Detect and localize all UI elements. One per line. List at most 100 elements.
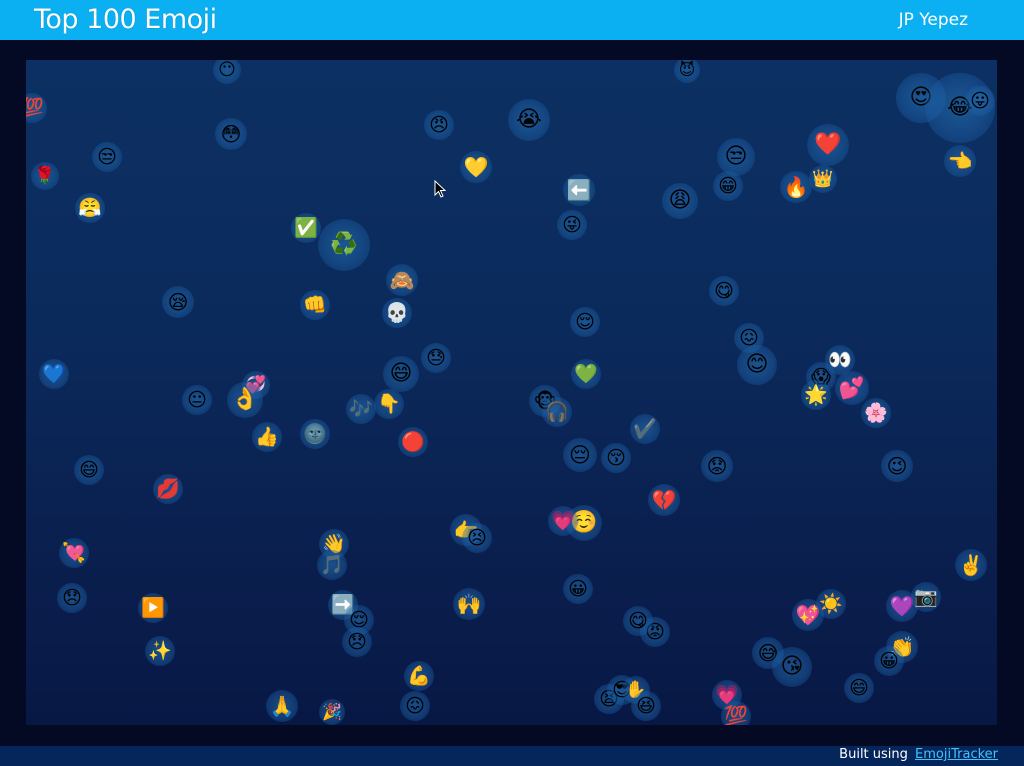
emoji-bubble-victory-hand[interactable]: ✌️ <box>955 549 987 581</box>
emoji-bubble-relieved-face[interactable]: 😌 <box>570 307 600 337</box>
emoji-bubble-headphones[interactable]: 🎧 <box>542 397 572 427</box>
worried-face-icon: 😟 <box>706 454 728 478</box>
emoji-bubble-disappointed-face[interactable]: 😞 <box>57 583 87 613</box>
emoji-bubble-red-heart[interactable]: ❤️ <box>807 124 849 166</box>
emoji-bubble-revolving-hearts[interactable]: 💕 <box>835 371 869 405</box>
emoji-bubble-kiss-mark[interactable]: 💋 <box>153 474 183 504</box>
emojitracker-link[interactable]: EmojiTracker <box>915 747 998 762</box>
emoji-bubble-thumbs-up[interactable]: 👍 <box>252 422 282 452</box>
emoji-bubble-tongue-out[interactable]: 😛 <box>965 86 995 116</box>
broken-heart-icon: 💔 <box>651 488 677 512</box>
emoji-bubble-hundred-points[interactable]: 💯 <box>721 701 751 725</box>
emoji-bubble-neutral-face[interactable]: 😐 <box>182 385 212 415</box>
relieved-face-icon: 😌 <box>575 310 595 333</box>
emoji-bubble-beaming-face[interactable]: 😄 <box>844 673 874 703</box>
built-using-text: Built using <box>839 747 908 762</box>
emoji-bubble-flushed-face[interactable]: 😳 <box>215 118 247 150</box>
emoji-bubble-loudly-crying-face[interactable]: 😭 <box>508 99 550 141</box>
emoji-bubble-crown[interactable]: 👑 <box>809 165 837 193</box>
emoji-bubble-kissing-closed-eyes[interactable]: 😚 <box>601 443 631 473</box>
emoji-bubble-grinning-face[interactable]: 😶 <box>213 60 241 84</box>
emoji-bubble-raising-hands[interactable]: 🙌 <box>453 588 485 620</box>
emoji-bubble-check-mark-button[interactable]: ✅ <box>291 213 321 243</box>
emoji-bubble-weary-face[interactable]: 😩 <box>662 183 698 219</box>
emoji-bubble-pink-heart[interactable]: 💗 <box>548 506 578 536</box>
emoji-bubble-skull[interactable]: 💀 <box>382 298 412 328</box>
fire-icon: 🔥 <box>783 175 809 199</box>
emoji-bubble-angry-face[interactable]: 😠 <box>424 110 454 140</box>
emoji-bubble-unamused-face[interactable]: 😒 <box>717 138 755 176</box>
emoji-bubble-red-circle[interactable]: 🔴 <box>398 427 428 457</box>
emoji-bubble-heart-with-arrow[interactable]: 💘 <box>59 538 89 568</box>
emoji-bubble-yellow-heart[interactable]: 💛 <box>460 151 492 183</box>
emoji-bubble-blue-heart[interactable]: 💙 <box>39 359 69 389</box>
emoji-bubble-downcast-sweat[interactable]: 😓 <box>421 343 451 373</box>
recycling-symbol-icon: ♻️ <box>330 232 358 257</box>
emoji-bubble-musical-note[interactable]: 🎵 <box>317 550 347 580</box>
emoji-stage: 💯 😶 😳 😈 😭 😠 💛 😒 😍 😂 😛 🌹 😒 😤 ❤️ 🔥 👑 👈 ✅ ♻️ ⬅️ 😜 😩 😁 🙈 👊 💀 😪 😋 😌 💙 😄 😓 😖 😊 👀 😱… <box>26 60 997 725</box>
emoji-bubble-ok-hand[interactable]: 👌 <box>227 382 263 418</box>
emoji-bubble-oncoming-fist[interactable]: 👊 <box>300 290 330 320</box>
sleepy-face-icon: 😪 <box>167 290 189 314</box>
emoji-bubble-cherry-blossom[interactable]: 🌸 <box>861 398 891 428</box>
author-name[interactable]: JP Yepez <box>899 9 968 31</box>
emoji-bubble-broken-heart[interactable]: 💔 <box>648 484 680 516</box>
emoji-bubble-smiley-face[interactable]: 😀 <box>874 646 904 676</box>
emoji-bubble-smiling-face[interactable]: 😊 <box>737 345 777 385</box>
see-no-evil-monkey-icon: 🙈 <box>389 268 415 292</box>
emoji-bubble-see-no-evil-monkey[interactable]: 🙈 <box>386 264 418 296</box>
emoji-bubble-hundred-points[interactable]: 💯 <box>26 93 47 123</box>
emoji-bubble-wink-face[interactable]: 😉 <box>881 450 913 482</box>
emoji-bubble-grimacing-face[interactable]: 😁 <box>713 171 743 201</box>
emoji-bubble-sparkles[interactable]: ✨ <box>145 636 175 666</box>
emoji-bubble-smiling-imp[interactable]: 😈 <box>674 60 700 83</box>
emoji-bubble-party-popper[interactable]: 🎉 <box>319 699 345 725</box>
emoji-bubble-confounded-face[interactable]: 😖 <box>400 691 430 721</box>
emoji-bubble-persevering-face[interactable]: 😣 <box>462 523 492 553</box>
emoji-bubble-worried-face[interactable]: 😟 <box>701 450 733 482</box>
emoji-bubble-savoring-face[interactable]: 😋 <box>709 276 739 306</box>
emoji-bubble-play-button[interactable]: ▶️ <box>138 593 168 623</box>
emoji-bubble-beaming-face[interactable]: 😄 <box>383 356 419 392</box>
emoji-bubble-back-arrow-button[interactable]: ⬅️ <box>563 174 595 206</box>
emoji-bubble-check-mark[interactable]: ✔️ <box>630 414 660 444</box>
emoji-bubble-new-moon-face[interactable]: 🌚 <box>300 419 330 449</box>
emoji-bubble-sun[interactable]: ☀️ <box>816 589 846 619</box>
emoji-bubble-steam-face[interactable]: 😤 <box>75 193 105 223</box>
emoji-bubble-folded-hands[interactable]: 🙏 <box>266 690 298 722</box>
tongue-wink-icon: 😜 <box>562 213 582 236</box>
emoji-bubble-smiley-face[interactable]: 😀 <box>563 574 593 604</box>
emoji-bubble-pensive-face[interactable]: 😔 <box>563 438 597 472</box>
skull-icon: 💀 <box>385 301 409 324</box>
built-using-credit: Built using EmojiTracker <box>839 746 998 766</box>
emoji-bubble-disappointed-face[interactable]: 😞 <box>342 627 372 657</box>
emoji-bubble-point-down[interactable]: 👇 <box>374 389 404 419</box>
sparkles-icon: ✨ <box>148 639 172 662</box>
emoji-bubble-rose[interactable]: 🌹 <box>31 162 59 190</box>
disappointed-face-icon: 😞 <box>347 630 367 653</box>
emoji-bubble-sleepy-face[interactable]: 😪 <box>162 286 194 318</box>
emoji-bubble-green-heart[interactable]: 💚 <box>571 359 601 389</box>
red-heart-icon: ❤️ <box>814 132 842 157</box>
emoji-bubble-kissing-heart[interactable]: 😘 <box>772 647 812 687</box>
emoji-bubble-tongue-wink[interactable]: 😜 <box>557 210 587 240</box>
musical-notes-icon: 🎶 <box>349 397 373 420</box>
emoji-bubble-musical-notes[interactable]: 🎶 <box>346 394 376 424</box>
new-moon-face-icon: 🌚 <box>303 422 327 445</box>
kissing-closed-eyes-icon: 😚 <box>606 446 626 469</box>
emoji-bubble-beaming-face[interactable]: 😄 <box>74 455 104 485</box>
grimacing-face-icon: 😁 <box>718 174 738 197</box>
emoji-bubble-hand-pointing-left[interactable]: 👈 <box>944 145 976 177</box>
emoji-bubble-savoring-face[interactable]: 😋 <box>623 606 653 636</box>
revolving-hearts-icon: 💕 <box>838 375 866 400</box>
point-down-icon: 👇 <box>377 392 401 415</box>
emoji-bubble-fire[interactable]: 🔥 <box>780 171 812 203</box>
emoji-bubble-camera[interactable]: 📷 <box>911 582 941 612</box>
emoji-bubble-recycling-symbol[interactable]: ♻️ <box>318 219 370 271</box>
emoji-bubble-star[interactable]: 🌟 <box>801 380 831 410</box>
emoji-bubble-unamused-face[interactable]: 😒 <box>92 142 122 172</box>
emoji-bubble-laughing-face[interactable]: 😆 <box>631 691 661 721</box>
steam-face-icon: 😤 <box>78 196 102 219</box>
kissing-heart-icon: 😘 <box>780 654 804 679</box>
emoji-bubble-flexed-biceps[interactable]: 💪 <box>404 661 434 691</box>
